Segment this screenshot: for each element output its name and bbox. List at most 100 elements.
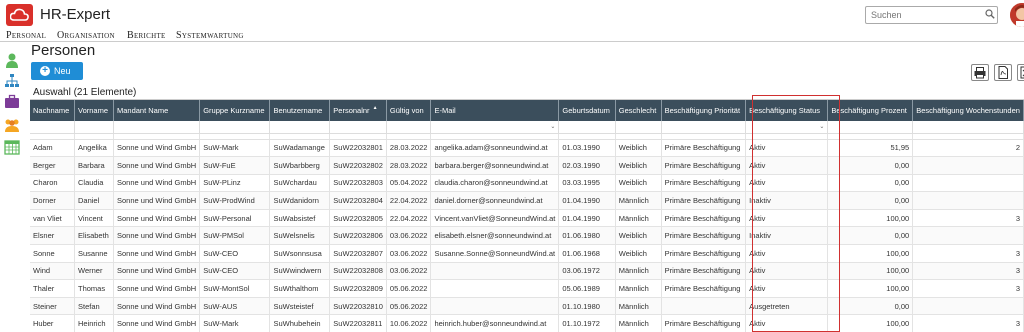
cell-vorname: Claudia (74, 174, 114, 193)
column-header-geschlecht[interactable]: Geschlecht (615, 100, 662, 121)
column-header-nachname[interactable]: Nachname (30, 100, 75, 121)
cell-benutzername: SuWchardau (269, 174, 331, 193)
cell-nachname: Dorner (30, 191, 75, 210)
table-row[interactable]: Steiner Stefan Sonne und Wind GmbH SuW-AUS S… (30, 297, 1024, 316)
filter-cell[interactable] (329, 121, 387, 134)
column-header-personalnr[interactable]: Personalnr (329, 100, 387, 121)
cell-e-mail: elisabeth.elsner@sonneundwind.at (430, 226, 560, 246)
menu-organisation[interactable]: Organisation (57, 30, 115, 41)
print-button[interactable] (971, 64, 989, 81)
filter-cell[interactable] (661, 121, 747, 134)
menu-berichte[interactable]: Berichte (127, 30, 166, 41)
column-header-benutzername[interactable]: Benutzername (269, 100, 331, 121)
cell-beschäftigung-status: Inaktiv (745, 226, 829, 246)
org-chart-icon[interactable] (4, 73, 20, 89)
cell-benutzername: SuWsteistef (269, 297, 331, 316)
cell-nachname: Adam (30, 139, 75, 158)
column-header-beschäftigung-wochenstunden[interactable]: Beschäftigung Wochenstunden (912, 100, 1024, 121)
cell-e-mail: daniel.dorner@sonneundwind.at (430, 191, 560, 210)
table-row[interactable]: van Vliet Vincent Sonne und Wind GmbH SuW-P… (30, 209, 1024, 228)
cell-beschäftigung-wochenstunden: 3 (912, 262, 1024, 281)
chevron-down-icon[interactable]: ⌄ (819, 123, 824, 130)
menu-personal[interactable]: Personal (6, 30, 46, 41)
cell-e-mail: barbara.berger@sonneundwind.at (430, 156, 560, 175)
cell-geschlecht: Weiblich (615, 226, 662, 246)
table-row[interactable]: Sonne Susanne Sonne und Wind GmbH SuW-CEO Su… (30, 244, 1024, 263)
cell-geburtsdatum: 03.06.1972 (558, 262, 616, 281)
cell-geburtsdatum: 05.06.1989 (558, 279, 616, 298)
filter-cell[interactable] (30, 121, 75, 134)
column-header-gruppe-kurzname[interactable]: Gruppe Kurzname (199, 100, 271, 121)
filter-cell[interactable] (74, 121, 114, 134)
pdf-export-button[interactable] (994, 64, 1012, 81)
table-row[interactable]: Elsner Elisabeth Sonne und Wind GmbH SuW-PM… (30, 226, 1024, 246)
column-header-mandant-name[interactable]: Mandant Name (113, 100, 201, 121)
cell-beschäftigung-priorität (661, 297, 747, 316)
excel-export-button[interactable] (1017, 64, 1024, 81)
search-input[interactable] (865, 6, 998, 24)
table-row[interactable]: Dorner Daniel Sonne und Wind GmbH SuW-ProdW… (30, 191, 1024, 210)
group-icon[interactable] (4, 117, 20, 133)
cell-beschäftigung-wochenstunden: 3 (912, 209, 1024, 228)
cell-geburtsdatum: 02.03.1990 (558, 156, 616, 175)
pdf-icon (998, 66, 1008, 79)
cell-geschlecht: Männlich (615, 297, 662, 316)
cell-beschäftigung-status: Aktiv (745, 314, 829, 332)
cell-geburtsdatum: 01.04.1990 (558, 209, 616, 228)
cell-beschäftigung-status: Aktiv (745, 209, 829, 228)
new-button[interactable]: + Neu (31, 62, 83, 80)
cell-benutzername: SuWsonnsusa (269, 244, 331, 263)
cell-nachname: Huber (30, 314, 75, 332)
filter-cell[interactable] (912, 121, 1024, 134)
column-header-beschäftigung-status[interactable]: Beschäftigung Status (745, 100, 829, 121)
filter-cell[interactable]: ⌄ (745, 121, 829, 134)
filter-cell[interactable] (269, 121, 331, 134)
chevron-down-icon[interactable]: ⌄ (550, 123, 555, 130)
filter-cell[interactable]: ⌄ (430, 121, 560, 134)
table-row[interactable]: Wind Werner Sonne und Wind GmbH SuW-CEO SuWw… (30, 262, 1024, 281)
filter-cell[interactable] (558, 121, 616, 134)
cell-vorname: Thomas (74, 279, 114, 298)
cell-personalnr: SuW22032810 (329, 297, 387, 316)
filter-cell[interactable] (199, 121, 271, 134)
user-avatar[interactable] (1010, 3, 1024, 27)
cell-e-mail: claudia.charon@sonneundwind.at (430, 174, 560, 193)
cell-beschäftigung-wochenstunden (912, 297, 1024, 316)
cell-gültig-von: 22.04.2022 (386, 209, 432, 228)
briefcase-icon[interactable] (4, 94, 20, 110)
calendar-icon[interactable] (4, 139, 20, 155)
cell-benutzername: SuWadamange (269, 139, 331, 158)
column-header-gültig-von[interactable]: Gültig von (386, 100, 432, 121)
table-row[interactable]: Berger Barbara Sonne und Wind GmbH SuW-FuE S… (30, 156, 1024, 175)
search-icon[interactable] (985, 9, 995, 19)
cell-geschlecht: Männlich (615, 314, 662, 332)
filter-cell[interactable] (113, 121, 201, 134)
cell-geburtsdatum: 03.03.1995 (558, 174, 616, 193)
cell-beschäftigung-wochenstunden (912, 156, 1024, 175)
cell-nachname: Elsner (30, 226, 75, 246)
filter-cell[interactable] (615, 121, 662, 134)
table-row[interactable]: Adam Angelika Sonne und Wind GmbH SuW-Mark S… (30, 139, 1024, 158)
table-row[interactable]: Thaler Thomas Sonne und Wind GmbH SuW-MontS… (30, 279, 1024, 298)
cell-beschäftigung-prozent: 0,00 (827, 226, 914, 246)
table-row[interactable]: Charon Claudia Sonne und Wind GmbH SuW-PLin… (30, 174, 1024, 193)
filter-cell[interactable] (827, 121, 914, 134)
cell-gruppe-kurzname: SuW-CEO (199, 244, 271, 263)
person-icon[interactable] (4, 52, 20, 68)
menu-systemwartung[interactable]: Systemwartung (176, 30, 244, 41)
cloud-logo-icon[interactable] (6, 4, 33, 26)
cell-beschäftigung-prozent: 100,00 (827, 262, 914, 281)
cell-beschäftigung-prozent: 100,00 (827, 279, 914, 298)
column-header-beschäftigung-priorität[interactable]: Beschäftigung Priorität (661, 100, 747, 121)
cell-gruppe-kurzname: SuW-Personal (199, 209, 271, 228)
table-row[interactable]: Huber Heinrich Sonne und Wind GmbH SuW-Mark… (30, 314, 1024, 332)
column-header-e-mail[interactable]: E-Mail (430, 100, 560, 121)
cell-geschlecht: Männlich (615, 279, 662, 298)
cell-e-mail: heinrich.huber@sonneundwind.at (430, 314, 560, 332)
column-header-vorname[interactable]: Vorname (74, 100, 114, 121)
column-header-geburtsdatum[interactable]: Geburtsdatum (558, 100, 616, 121)
cell-beschäftigung-status: Ausgetreten (745, 297, 829, 316)
cell-mandant-name: Sonne und Wind GmbH (113, 262, 201, 281)
filter-cell[interactable] (386, 121, 432, 134)
column-header-beschäftigung-prozent[interactable]: Beschäftigung Prozent (827, 100, 914, 121)
